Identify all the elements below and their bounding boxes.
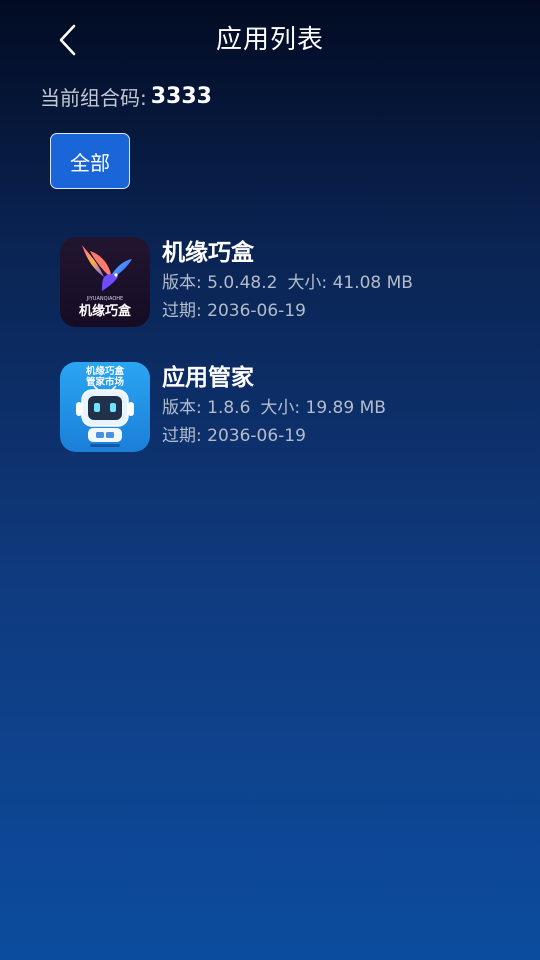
combo-code-label: 当前组合码: — [40, 85, 147, 110]
robot-tv-logo-icon: 机缘巧盒 管家市场 — [60, 362, 150, 452]
app-info: 应用管家 版本: 1.8.6 大小: 19.89 MB 过期: 2036-06-1… — [162, 362, 386, 450]
header-bar: 应用列表 — [0, 0, 540, 80]
app-expire: 过期: 2036-06-19 — [162, 301, 306, 321]
app-version-size: 版本: 5.0.48.2 大小: 41.08 MB — [162, 269, 413, 297]
app-expire: 过期: 2036-06-19 — [162, 426, 306, 446]
app-name: 应用管家 — [162, 365, 254, 391]
svg-text:JIYUANQIAOHE: JIYUANQIAOHE — [86, 296, 123, 302]
app-size: 大小: 41.08 MB — [287, 273, 413, 293]
app-list-item[interactable]: 机缘巧盒 管家市场 应用管家 版本: 1.8.6 大小: 19.89 MB 过期:… — [60, 362, 500, 454]
filter-all-button[interactable]: 全部 — [50, 133, 130, 189]
jiyuan-bird-logo-icon: JIYUANQIAOHE 机缘巧盒 — [60, 237, 150, 327]
app-version-size: 版本: 1.8.6 大小: 19.89 MB — [162, 394, 386, 422]
svg-text:管家市场: 管家市场 — [86, 376, 125, 388]
svg-text:机缘巧盒: 机缘巧盒 — [79, 303, 132, 319]
combo-code-value: 3333 — [150, 83, 212, 109]
app-version: 版本: 1.8.6 — [162, 398, 251, 418]
app-version: 版本: 5.0.48.2 — [162, 273, 278, 293]
page-title: 应用列表 — [215, 25, 324, 55]
app-info: 机缘巧盒 版本: 5.0.48.2 大小: 41.08 MB 过期: 2036-0… — [162, 237, 413, 325]
app-list-item[interactable]: JIYUANQIAOHE 机缘巧盒 机缘巧盒 版本: 5.0.48.2 大小: 4… — [60, 237, 500, 329]
app-size: 大小: 19.89 MB — [260, 398, 386, 418]
app-name: 机缘巧盒 — [162, 240, 254, 266]
svg-text:机缘巧盒: 机缘巧盒 — [86, 365, 125, 377]
combo-code-row: 当前组合码: 3333 — [40, 80, 212, 112]
